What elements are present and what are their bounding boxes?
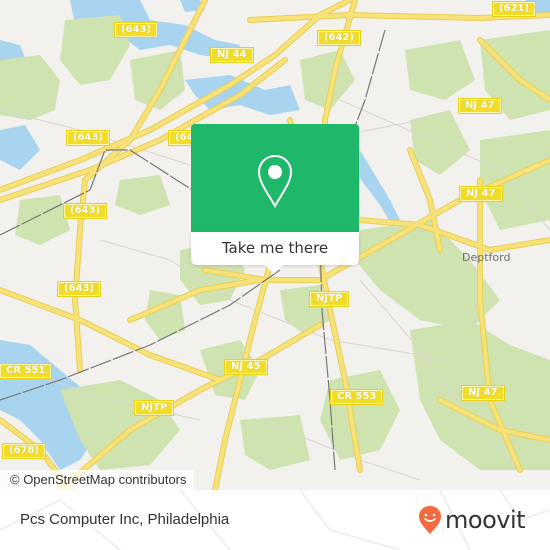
route-shield: NJ 44 xyxy=(210,47,254,63)
route-shield: CR 551 xyxy=(0,363,53,379)
route-shield: (643) xyxy=(113,22,159,38)
map[interactable]: (621) (643) (642) NJ 44 (643) (64 NJ 47 … xyxy=(0,0,550,490)
route-shield: (621) xyxy=(491,1,537,17)
place-label-deptford: Deptford xyxy=(462,251,511,264)
map-attribution[interactable]: © OpenStreetMap contributors xyxy=(0,470,193,490)
map-pin-icon xyxy=(257,154,293,209)
moovit-pin-icon xyxy=(419,506,441,534)
take-me-there-button[interactable]: Take me there xyxy=(191,232,359,265)
route-shield: (643) xyxy=(65,130,111,146)
popup-pointer xyxy=(265,265,283,274)
route-shield: (642) xyxy=(316,30,362,46)
route-shield: NJ 47 xyxy=(458,98,502,114)
route-shield: NJ 45 xyxy=(224,359,268,375)
route-shield: NJ 47 xyxy=(459,186,503,202)
route-shield: (643) xyxy=(62,203,108,219)
take-me-there-label: Take me there xyxy=(221,239,329,257)
route-shield: (643) xyxy=(56,281,102,297)
route-shield: CR 553 xyxy=(329,389,384,405)
moovit-wordmark: moovit xyxy=(445,506,526,534)
place-name: Pcs Computer Inc, Philadelphia xyxy=(20,511,230,528)
location-popup[interactable]: Take me there xyxy=(191,124,359,274)
route-shield: NJTP xyxy=(308,291,350,307)
moovit-logo[interactable]: moovit xyxy=(418,504,526,536)
route-shield: NJ 47 xyxy=(461,385,505,401)
footer: Pcs Computer Inc, Philadelphia moovit xyxy=(0,490,550,550)
route-shield: (678) xyxy=(1,443,47,459)
popup-header[interactable] xyxy=(191,124,359,232)
route-shield: NJTP xyxy=(133,400,175,416)
